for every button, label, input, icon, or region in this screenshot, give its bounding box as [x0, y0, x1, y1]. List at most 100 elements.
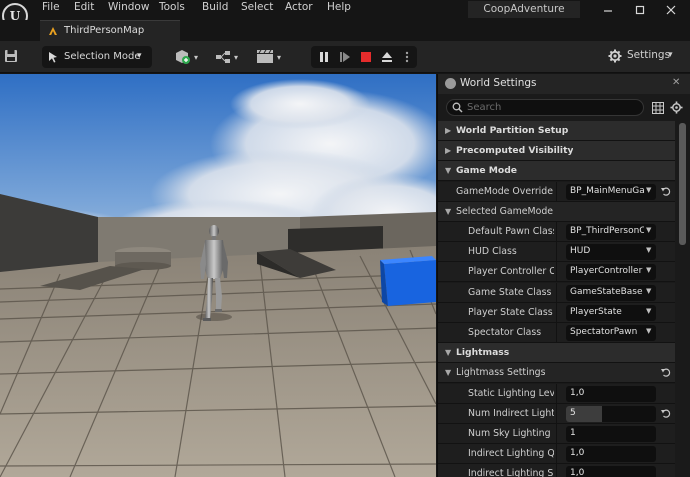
document-tab-strip: ThirdPersonMap [0, 20, 690, 41]
category-row[interactable]: ▶ Precomputed Visibility [438, 141, 675, 162]
menu-window[interactable]: Window [108, 1, 149, 13]
column-divider[interactable] [556, 323, 557, 343]
column-divider[interactable] [556, 262, 557, 283]
chevron-down-icon: ▼ [646, 306, 652, 315]
numeric-input[interactable]: 1,0 [566, 466, 656, 477]
property-row: Static Lighting Level Scale 1,0 [438, 383, 675, 404]
combo-value: PlayerState [570, 306, 622, 317]
selection-mode-label: Selection Mode [64, 51, 141, 62]
row-label: GameMode Override [456, 185, 553, 197]
column-divider[interactable] [556, 444, 557, 465]
numeric-value: 1 [570, 428, 576, 438]
menu-select[interactable]: Select [241, 1, 273, 13]
stop-icon[interactable] [358, 49, 374, 65]
subcategory-row[interactable]: ▼ Selected GameMode [438, 201, 675, 222]
close-icon[interactable] [659, 1, 683, 19]
column-divider[interactable] [556, 464, 557, 477]
chevron-down-icon: ▾ [137, 51, 142, 61]
expanded-arrow-icon[interactable]: ▼ [445, 368, 451, 377]
skip-frame-icon[interactable] [337, 49, 353, 65]
panel-tab-world-settings[interactable]: World Settings ✕ [438, 74, 690, 94]
scrollbar-thumb[interactable] [679, 123, 686, 245]
reset-to-default-icon[interactable] [660, 185, 672, 197]
more-options-icon[interactable] [399, 49, 415, 65]
subcategory-row[interactable]: ▼ Lightmass Settings [438, 363, 675, 384]
column-divider[interactable] [556, 424, 557, 444]
chevron-down-icon: ▼ [646, 286, 652, 295]
class-combo-box[interactable]: PlayerController ▼ [566, 264, 656, 281]
column-divider[interactable] [556, 222, 557, 242]
maximize-icon[interactable] [628, 1, 652, 19]
numeric-input[interactable]: 1,0 [566, 385, 656, 402]
tab-thirdpersonmap[interactable]: ThirdPersonMap [40, 20, 180, 41]
category-row[interactable]: ▶ World Partition Setup [438, 121, 675, 141]
property-row: Num Indirect Lighting Bounces 5 [438, 403, 675, 424]
expanded-arrow-icon[interactable]: ▼ [445, 207, 451, 216]
property-row: Game State Class GameStateBase ▼ [438, 282, 675, 303]
save-icon[interactable] [4, 49, 18, 63]
row-label: Num Indirect Lighting Bounces [468, 407, 554, 419]
category-row[interactable]: ▼ Game Mode [438, 161, 675, 182]
minimize-icon[interactable] [596, 1, 620, 19]
menu-build[interactable]: Build [202, 1, 228, 13]
class-combo-box[interactable]: PlayerState ▼ [566, 304, 656, 321]
close-icon[interactable]: ✕ [672, 77, 680, 88]
expanded-arrow-icon[interactable]: ▼ [445, 348, 451, 357]
collapsed-arrow-icon[interactable]: ▶ [445, 146, 451, 155]
collapsed-arrow-icon[interactable]: ▶ [445, 126, 451, 135]
menu-actor[interactable]: Actor [285, 1, 313, 13]
search-input[interactable] [467, 101, 637, 114]
menu-file[interactable]: File [42, 1, 60, 13]
cinematics-button[interactable]: ▾ [256, 49, 286, 65]
numeric-input[interactable]: 1 [566, 426, 656, 442]
property-row: Num Sky Lighting Bounces 1 [438, 424, 675, 444]
chevron-down-icon: ▼ [646, 185, 652, 194]
level-viewport[interactable] [0, 74, 436, 477]
class-combo-box[interactable]: BP_MainMenuGameMode▼ [566, 183, 656, 200]
property-row: Indirect Lighting Smoothness 1,0 [438, 464, 675, 477]
row-label: Indirect Lighting Smoothness [468, 468, 554, 477]
menu-help[interactable]: Help [327, 1, 351, 13]
property-row: Spectator Class SpectatorPawn ▼ [438, 323, 675, 343]
row-label: Game Mode [456, 165, 518, 177]
eject-icon[interactable] [379, 49, 395, 65]
table-view-icon[interactable] [652, 102, 664, 114]
column-divider[interactable] [556, 181, 557, 202]
row-label: Lightmass Settings [456, 367, 546, 379]
blueprint-button[interactable]: ▾ [215, 49, 243, 65]
class-combo-box[interactable]: HUD ▼ [566, 244, 656, 261]
column-divider[interactable] [556, 302, 557, 323]
pause-icon[interactable] [316, 49, 332, 65]
cinematics-icon: ▾ [257, 49, 281, 63]
column-divider[interactable] [556, 403, 557, 424]
add-actor-button[interactable]: ▾ [174, 49, 202, 65]
row-label: Lightmass [456, 347, 510, 359]
expanded-arrow-icon[interactable]: ▼ [445, 166, 451, 175]
tab-label: ThirdPersonMap [64, 25, 145, 36]
column-divider[interactable] [556, 282, 557, 303]
row-label: Static Lighting Level Scale [468, 387, 554, 399]
class-combo-box[interactable]: GameStateBase ▼ [566, 284, 656, 301]
chevron-down-icon: ▼ [646, 246, 652, 255]
reset-to-default-icon[interactable] [660, 366, 672, 378]
row-label: World Partition Setup [456, 125, 569, 136]
selection-mode-dropdown[interactable]: Selection Mode ▾ [42, 46, 152, 68]
numeric-input[interactable]: 1,0 [566, 446, 656, 463]
combo-value: PlayerController [570, 266, 643, 277]
settings-gear-icon[interactable] [670, 101, 683, 114]
class-combo-box[interactable]: BP_ThirdPersonCharacter▼ [566, 224, 656, 240]
chevron-down-icon: ▼ [646, 266, 652, 275]
combo-value: HUD [570, 246, 591, 257]
row-label: Player State Class [468, 306, 553, 318]
column-divider[interactable] [556, 242, 557, 263]
menu-edit[interactable]: Edit [74, 1, 94, 13]
column-divider[interactable] [556, 383, 557, 404]
menu-bar: U File Edit Window Tools Build Select Ac… [0, 0, 690, 29]
property-row: Default Pawn Class BP_ThirdPersonCharacte… [438, 222, 675, 242]
search-box[interactable] [446, 99, 644, 116]
menu-tools[interactable]: Tools [159, 1, 185, 13]
reset-to-default-icon[interactable] [660, 407, 672, 419]
category-row[interactable]: ▼ Lightmass [438, 343, 675, 364]
class-combo-box[interactable]: SpectatorPawn ▼ [566, 325, 656, 341]
numeric-input[interactable]: 5 [566, 405, 656, 422]
